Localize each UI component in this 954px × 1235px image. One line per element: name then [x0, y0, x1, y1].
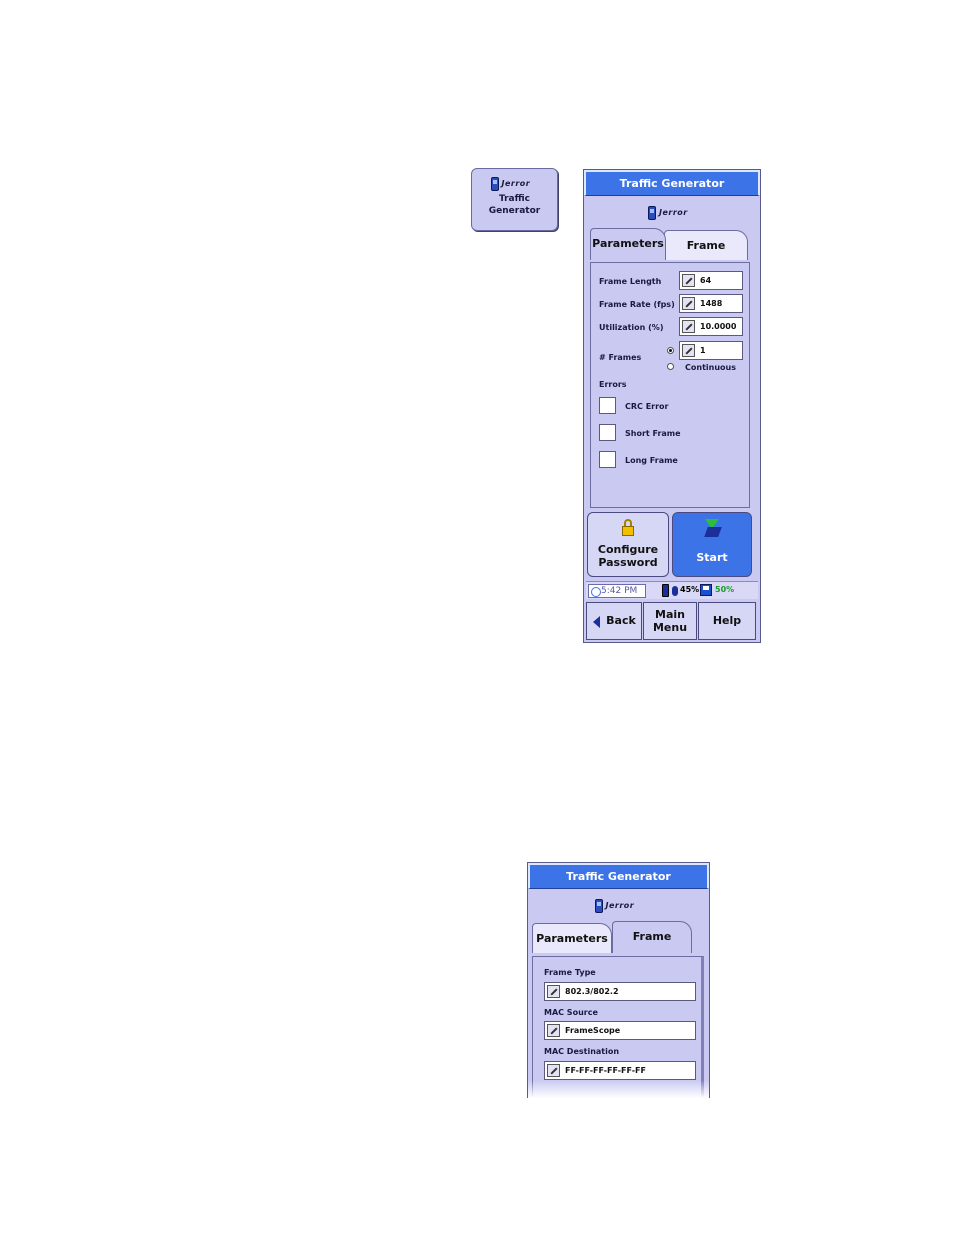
main-menu-line2: Menu: [652, 621, 688, 634]
frame-type-label: Frame Type: [544, 968, 596, 977]
long-frame-checkbox[interactable]: [599, 451, 616, 468]
parameters-tab-content: Frame Length 64 Frame Rate (fps) 1488 Ut…: [590, 262, 750, 508]
device-brand: Jerror: [501, 179, 531, 188]
utilization-label: Utilization (%): [599, 323, 664, 332]
main-menu-button[interactable]: Main Menu: [643, 602, 697, 640]
mac-source-label: MAC Source: [544, 1008, 598, 1017]
window-title: Traffic Generator: [584, 170, 760, 196]
edit-icon[interactable]: [682, 274, 695, 287]
tab-frame[interactable]: Frame: [664, 230, 748, 260]
main-menu-line1: Main: [655, 608, 685, 621]
traffic-generator-launcher[interactable]: Jerror Traffic Generator: [471, 168, 558, 231]
fade-overlay: [528, 1080, 709, 1098]
frame-rate-value: 1488: [700, 299, 723, 308]
continuous-radio[interactable]: [667, 363, 674, 370]
configure-label-line2: Password: [598, 556, 658, 569]
disk-icon: [700, 584, 712, 596]
mac-destination-value: FF-FF-FF-FF-FF-FF: [565, 1066, 646, 1075]
errors-heading: Errors: [599, 380, 627, 389]
mac-destination-field[interactable]: FF-FF-FF-FF-FF-FF: [544, 1061, 696, 1080]
frame-tab-content: Frame Type 802.3/802.2 MAC Source FrameS…: [532, 956, 704, 1098]
tab-parameters[interactable]: Parameters: [590, 228, 666, 260]
launcher-label-line1: Traffic: [498, 194, 531, 204]
continuous-label: Continuous: [685, 363, 736, 372]
device-logo-icon: Jerror: [489, 177, 541, 191]
start-button[interactable]: Start: [672, 512, 752, 577]
edit-icon[interactable]: [682, 344, 695, 357]
edit-icon[interactable]: [547, 1024, 560, 1037]
long-frame-label: Long Frame: [625, 456, 678, 465]
num-frames-count-radio[interactable]: [667, 347, 674, 354]
device-logo-icon: Jerror: [593, 899, 645, 913]
tab-bar: Parameters Frame: [590, 228, 754, 260]
frame-length-label: Frame Length: [599, 277, 662, 286]
mac-source-value: FrameScope: [565, 1026, 621, 1035]
logo-row: Jerror: [584, 196, 760, 228]
short-frame-checkbox[interactable]: [599, 424, 616, 441]
tab-bar: Parameters Frame: [532, 921, 705, 953]
traffic-generator-window-frame: Traffic Generator Jerror Parameters Fram…: [527, 862, 710, 1098]
lock-icon: [622, 519, 634, 537]
back-arrow-icon: [593, 616, 600, 628]
edit-icon[interactable]: [547, 985, 560, 998]
mac-destination-label: MAC Destination: [544, 1047, 620, 1056]
utilization-field[interactable]: 10.0000: [679, 317, 743, 336]
nav-bar: Back Main Menu Help: [586, 602, 758, 640]
logo-row: Jerror: [528, 889, 709, 921]
crc-error-label: CRC Error: [625, 402, 669, 411]
disk-percent: 50%: [715, 585, 735, 594]
edit-icon[interactable]: [682, 320, 695, 333]
device-brand: Jerror: [659, 208, 688, 217]
crc-error-checkbox[interactable]: [599, 397, 616, 414]
back-label: Back: [606, 614, 636, 627]
frame-length-field[interactable]: 64: [679, 271, 743, 290]
status-bar: 5:42 PM 45% 50%: [586, 581, 758, 599]
edit-icon[interactable]: [547, 1064, 560, 1077]
launcher-label-line2: Generator: [488, 206, 541, 216]
frame-rate-field[interactable]: 1488: [679, 294, 743, 313]
short-frame-label: Short Frame: [625, 429, 681, 438]
frame-length-value: 64: [700, 276, 712, 285]
help-button[interactable]: Help: [698, 602, 756, 640]
start-icon: [702, 519, 722, 539]
clock-display: 5:42 PM: [588, 584, 646, 598]
configure-password-button[interactable]: Configure Password: [587, 512, 669, 577]
back-button[interactable]: Back: [586, 602, 642, 640]
num-frames-label: # Frames: [599, 353, 642, 362]
memory-icon: [672, 586, 678, 596]
mac-source-field[interactable]: FrameScope: [544, 1021, 696, 1040]
configure-password-label: Configure Password: [588, 543, 668, 569]
utilization-value: 10.0000: [700, 322, 737, 331]
num-frames-field[interactable]: 1: [679, 341, 743, 360]
frame-type-field[interactable]: 802.3/802.2: [544, 982, 696, 1001]
start-label: Start: [696, 551, 728, 564]
battery-icon: [662, 584, 669, 597]
edit-icon[interactable]: [682, 297, 695, 310]
num-frames-value: 1: [700, 346, 706, 355]
tab-parameters[interactable]: Parameters: [532, 923, 612, 953]
traffic-generator-window-parameters: Traffic Generator Jerror Parameters Fram…: [583, 169, 761, 643]
device-logo-icon: Jerror: [646, 206, 698, 220]
frame-type-value: 802.3/802.2: [565, 987, 619, 996]
device-brand: Jerror: [605, 901, 635, 910]
configure-label-line1: Configure: [597, 543, 659, 556]
window-title: Traffic Generator: [528, 863, 709, 889]
memory-percent: 45%: [680, 585, 700, 594]
frame-rate-label: Frame Rate (fps): [599, 300, 675, 309]
tab-frame[interactable]: Frame: [612, 921, 692, 953]
